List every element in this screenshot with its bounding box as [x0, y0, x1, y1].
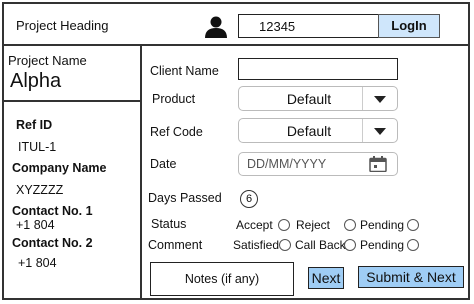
status-accept-label: Accept [236, 218, 273, 232]
date-input[interactable]: DD/MM/YYYY [238, 152, 398, 176]
ref-id-value: ITUL-1 [18, 140, 57, 154]
product-label: Product [152, 92, 196, 106]
contact1-value: +1 804 [16, 218, 55, 232]
user-id-field[interactable]: 12345 [238, 14, 396, 38]
contact2-label: Contact No. 2 [12, 236, 93, 250]
project-heading: Project Heading [16, 18, 109, 33]
chevron-down-icon[interactable] [362, 87, 397, 110]
comment-callback-radio[interactable] [344, 239, 356, 251]
client-name-label: Client Name [150, 64, 219, 78]
date-label: Date [150, 157, 177, 171]
calendar-icon[interactable] [369, 156, 387, 172]
contact2-value: +1 804 [18, 256, 57, 270]
header-bar: Project Heading 12345 LogIn [4, 4, 468, 46]
status-label: Status [151, 217, 187, 231]
days-passed-value: 6 [240, 190, 258, 208]
product-select[interactable]: Default [238, 86, 398, 111]
submit-next-button[interactable]: Submit & Next [358, 266, 464, 288]
status-reject-radio[interactable] [344, 219, 356, 231]
ref-code-value: Default [286, 123, 332, 139]
comment-satisfied-radio[interactable] [279, 239, 291, 251]
ref-code-select[interactable]: Default [238, 118, 398, 143]
client-name-input[interactable] [238, 58, 398, 80]
project-name-label: Project Name [8, 53, 87, 68]
comment-satisfied-label: Satisfied [233, 238, 280, 252]
app-frame: Project Heading 12345 LogIn Project Name… [2, 2, 470, 300]
project-name-box: Project Name Alpha [4, 46, 140, 102]
login-button[interactable]: LogIn [378, 14, 440, 38]
product-value: Default [286, 91, 332, 107]
next-button[interactable]: Next [308, 267, 344, 289]
company-name-label: Company Name [12, 161, 107, 175]
status-pending-label: Pending [360, 218, 405, 232]
ref-id-label: Ref ID [16, 118, 53, 132]
chevron-down-icon[interactable] [362, 119, 397, 142]
days-passed-label: Days Passed [148, 191, 222, 205]
status-pending-radio[interactable] [407, 219, 419, 231]
status-accept-radio[interactable] [278, 219, 290, 231]
sidebar: Project Name Alpha Ref ID ITUL-1 Company… [4, 46, 142, 300]
comment-label: Comment [148, 238, 203, 252]
status-reject-label: Reject [296, 218, 331, 232]
comment-callback-label: Call Back [295, 238, 346, 252]
user-icon [205, 16, 227, 38]
notes-field[interactable]: Notes (if any) [150, 262, 294, 296]
ref-code-label: Ref Code [150, 125, 203, 139]
contact1-label: Contact No. 1 [12, 204, 93, 218]
company-name-value: XYZZZZ [16, 183, 64, 197]
project-name-value: Alpha [10, 70, 62, 92]
date-placeholder: DD/MM/YYYY [247, 157, 327, 171]
comment-pending-radio[interactable] [407, 239, 419, 251]
comment-pending-label: Pending [360, 238, 405, 252]
